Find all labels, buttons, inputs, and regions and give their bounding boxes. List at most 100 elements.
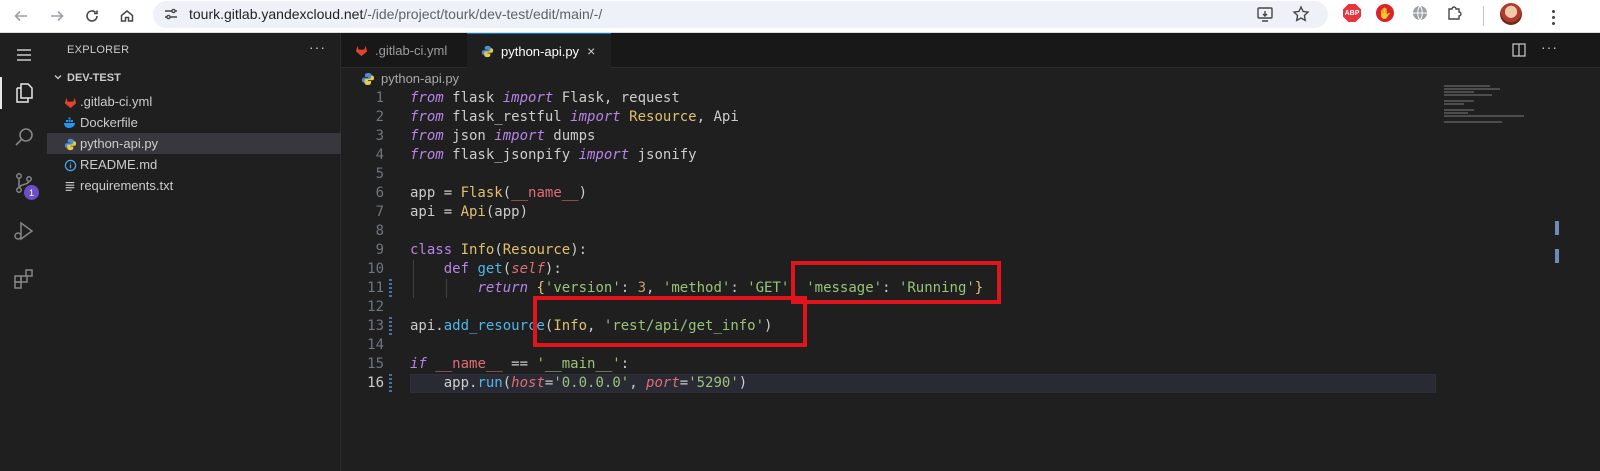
file-gitlab-ci[interactable]: .gitlab-ci.yml: [47, 91, 341, 112]
gitlab-icon: [64, 97, 76, 108]
abp-icon: ABP: [1343, 4, 1361, 22]
line-number: 15: [367, 356, 384, 372]
globe-extension[interactable]: [1409, 2, 1431, 24]
chevron-down-icon: [54, 75, 62, 80]
activity-extensions[interactable]: [0, 257, 47, 301]
code-text: class Info(Resource):: [410, 242, 588, 258]
tab-gitlab-ci[interactable]: .gitlab-ci.yml: [341, 33, 463, 68]
file-name: README.md: [80, 157, 158, 172]
adblock-extension[interactable]: ABP: [1341, 2, 1363, 24]
bookmark-star-icon[interactable]: [1292, 5, 1310, 23]
code-line[interactable]: 9 class Info(Resource):: [341, 241, 1600, 260]
explorer-more-actions[interactable]: ···: [309, 39, 326, 55]
code-text: from flask_restful import Resource, Api: [410, 109, 739, 125]
code-line[interactable]: 13 api.add_resource(Info, 'rest/api/get_i…: [341, 317, 1600, 336]
code-line[interactable]: 4 from flask_jsonpify import jsonify: [341, 146, 1600, 165]
file-python-api[interactable]: python-api.py: [47, 133, 341, 154]
code-line[interactable]: 16 app.run(host='0.0.0.0', port='5290'): [341, 374, 1600, 393]
url-host: tourk.gitlab.yandexcloud.net: [189, 6, 364, 22]
code-text: if __name__ == '__main__':: [410, 356, 630, 372]
code-text: from flask import Flask, request: [410, 90, 680, 106]
home-button[interactable]: [114, 3, 140, 29]
line-number: 11: [367, 280, 384, 296]
python-icon: [481, 45, 493, 57]
address-bar[interactable]: tourk.gitlab.yandexcloud.net/-/ide/proje…: [153, 1, 1328, 28]
code-text: app.run(host='0.0.0.0', port='5290'): [410, 375, 748, 391]
breadcrumb[interactable]: python-api.py: [361, 71, 459, 86]
code-line[interactable]: 2 from flask_restful import Resource, Api: [341, 108, 1600, 127]
globe-icon: [1413, 5, 1427, 21]
activity-source-control[interactable]: 1: [0, 161, 47, 205]
modified-line-marker: [389, 317, 392, 336]
code-editor: .gitlab-ci.yml python-api.py × ··· pytho…: [341, 33, 1600, 471]
python-icon: [64, 138, 76, 150]
modified-line-marker: [389, 279, 392, 298]
file-name: requirements.txt: [80, 178, 174, 193]
line-number: 7: [375, 204, 384, 220]
folder-dev-test[interactable]: DEV-TEST: [47, 69, 341, 88]
scrollbar-marker: [1555, 249, 1559, 263]
browser-menu-icon[interactable]: [1540, 4, 1566, 30]
code-line[interactable]: 7 api = Api(app): [341, 203, 1600, 222]
tab-python-api[interactable]: python-api.py ×: [467, 33, 611, 68]
scm-count-badge: 1: [24, 185, 39, 200]
code-line[interactable]: 1 from flask import Flask, request: [341, 89, 1600, 108]
python-icon: [362, 72, 374, 85]
line-number: 4: [375, 147, 384, 163]
minimap[interactable]: [1444, 85, 1524, 125]
back-arrow-icon: [14, 10, 27, 22]
browser-toolbar: tourk.gitlab.yandexcloud.net/-/ide/proje…: [0, 0, 1600, 33]
url-path: /-/ide/project/tourk/dev-test/edit/main/…: [363, 6, 603, 22]
line-number: 2: [375, 109, 384, 125]
split-editor-icon[interactable]: [1511, 42, 1527, 58]
toolbar-divider: [1483, 6, 1484, 26]
activity-search[interactable]: [0, 115, 47, 159]
breadcrumb-file: python-api.py: [381, 71, 460, 86]
file-dockerfile[interactable]: Dockerfile: [47, 112, 341, 133]
file-requirements[interactable]: requirements.txt: [47, 175, 341, 196]
line-number: 6: [375, 185, 384, 201]
extensions-icon: [13, 269, 33, 289]
close-icon[interactable]: ×: [587, 43, 595, 59]
hamburger-menu-icon: [16, 49, 31, 61]
hand-extension[interactable]: ✋: [1374, 2, 1396, 24]
code-line[interactable]: 15 if __name__ == '__main__':: [341, 355, 1600, 374]
code-line[interactable]: 8: [341, 222, 1600, 241]
extensions-button[interactable]: [1444, 2, 1466, 24]
search-icon: [14, 128, 33, 146]
text-file-icon: [65, 182, 75, 191]
reload-button[interactable]: [79, 3, 105, 29]
reload-icon: [86, 10, 98, 22]
explorer-sidebar: EXPLORER ··· DEV-TEST .gitlab-ci.yml Doc…: [47, 33, 341, 471]
explorer-title: EXPLORER: [67, 44, 130, 56]
docker-icon: [64, 117, 75, 128]
line-number: 13: [367, 318, 384, 334]
code-line[interactable]: 6 app = Flask(__name__): [341, 184, 1600, 203]
code-line[interactable]: 5: [341, 165, 1600, 184]
line-number: 10: [367, 261, 384, 277]
forward-button[interactable]: [44, 3, 70, 29]
code-text: api = Api(app): [410, 204, 529, 220]
gitlab-icon: [355, 45, 367, 57]
line-number: 8: [375, 223, 384, 239]
forward-arrow-icon: [51, 10, 64, 22]
run-debug-icon: [13, 221, 33, 241]
file-readme[interactable]: README.md: [47, 154, 341, 175]
install-app-icon[interactable]: [1256, 5, 1274, 23]
tab-label: python-api.py: [501, 43, 580, 59]
editor-more-actions[interactable]: ···: [1541, 39, 1558, 55]
code-text: app = Flask(__name__): [410, 185, 588, 201]
activity-run-debug[interactable]: [0, 209, 47, 253]
line-number: 1: [375, 90, 384, 106]
code-text: def get(self):: [443, 261, 562, 277]
back-button[interactable]: [8, 3, 34, 29]
explorer-files-icon: [15, 83, 33, 103]
activity-bar: 1: [0, 33, 47, 471]
code-line[interactable]: 14: [341, 336, 1600, 355]
site-info-icon[interactable]: [163, 6, 179, 22]
profile-avatar[interactable]: [1500, 3, 1522, 25]
code-line[interactable]: 3 from json import dumps: [341, 127, 1600, 146]
url-text: tourk.gitlab.yandexcloud.net/-/ide/proje…: [189, 6, 602, 22]
activity-explorer[interactable]: [0, 71, 47, 115]
hand-icon: ✋: [1376, 4, 1394, 22]
